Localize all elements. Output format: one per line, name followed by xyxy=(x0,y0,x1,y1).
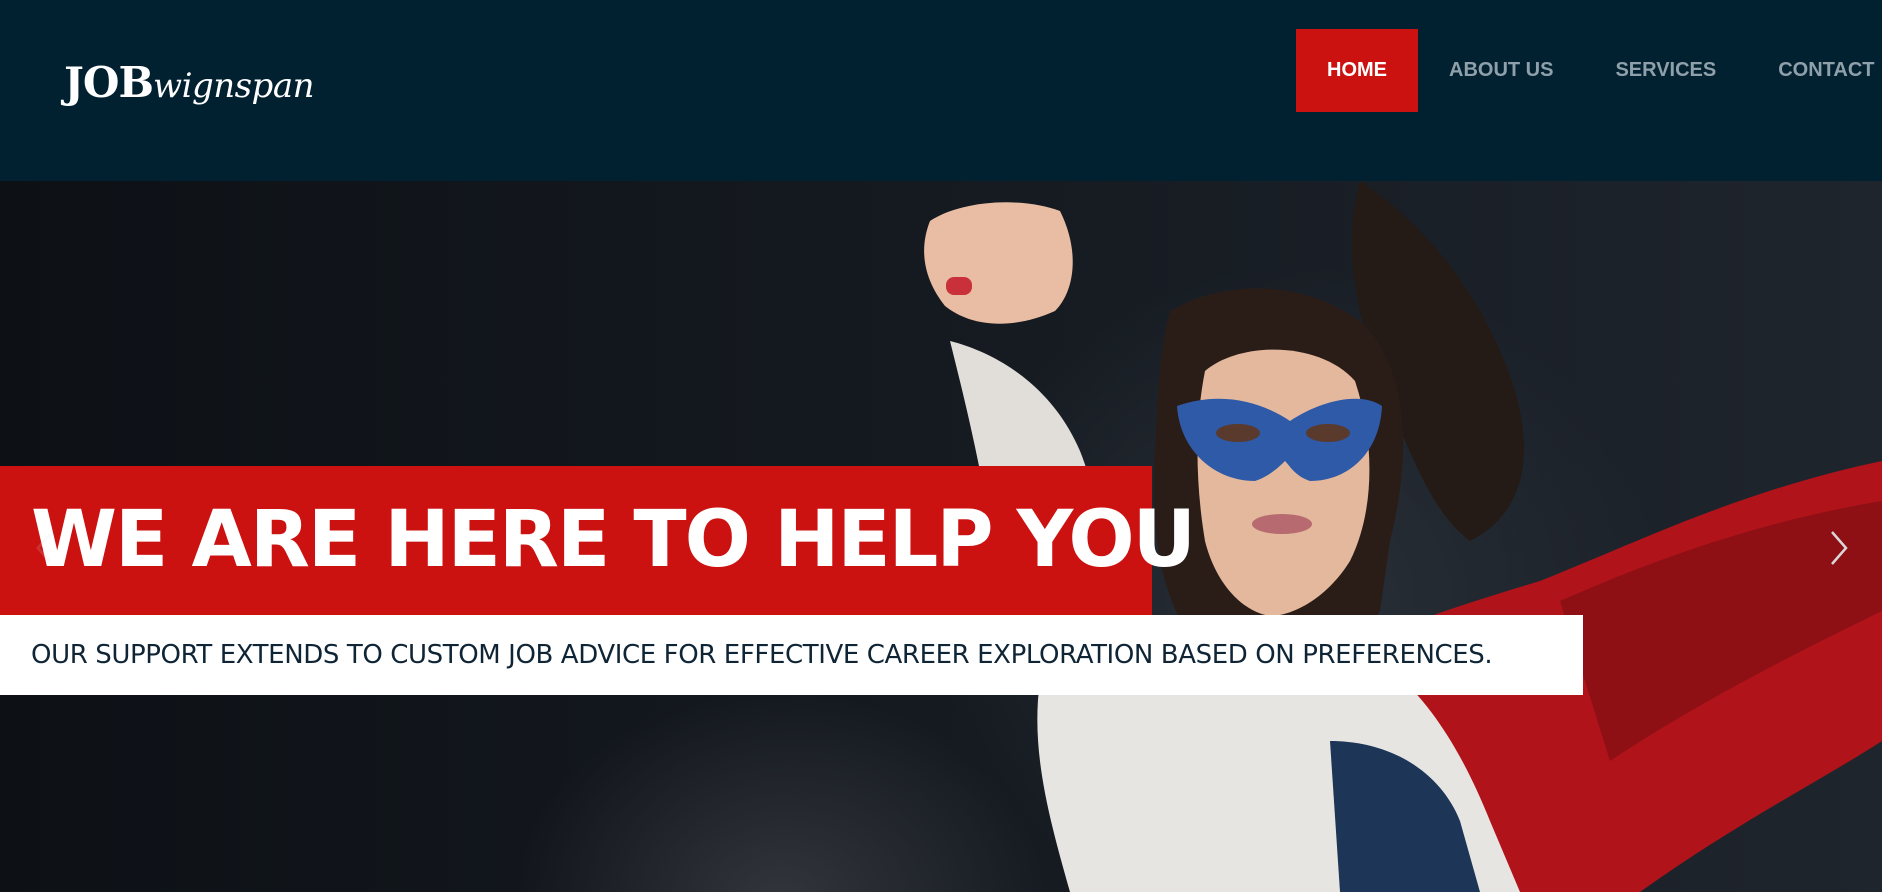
hero-slider: WE ARE HERE TO HELP YOU OUR SUPPORT EXTE… xyxy=(0,181,1882,892)
nav-about-us[interactable]: ABOUT US xyxy=(1418,29,1584,112)
logo-wordmark-script: wignspan xyxy=(152,66,315,106)
subtitle-banner: OUR SUPPORT EXTENDS TO CUSTOM JOB ADVICE… xyxy=(0,615,1583,695)
main-nav: HOME ABOUT US SERVICES CONTACT xyxy=(1296,29,1882,112)
eye-right-shape xyxy=(1306,424,1350,442)
headline-banner: WE ARE HERE TO HELP YOU xyxy=(0,466,1196,615)
hero-headline: WE ARE HERE TO HELP YOU xyxy=(31,495,1196,585)
chevron-right-icon xyxy=(1831,531,1848,565)
lips-shape xyxy=(1252,514,1312,534)
slider-prev-button[interactable] xyxy=(22,518,66,578)
nav-services[interactable]: SERVICES xyxy=(1584,29,1747,112)
chevron-left-icon xyxy=(36,533,52,563)
hero-subtitle: OUR SUPPORT EXTENDS TO CUSTOM JOB ADVICE… xyxy=(31,640,1493,670)
logo-wordmark-strong: JOB xyxy=(64,58,154,107)
fist-shape xyxy=(924,202,1073,324)
nav-contact[interactable]: CONTACT xyxy=(1747,29,1882,112)
page: JOBwignspan HOME ABOUT US SERVICES CONTA… xyxy=(0,0,1882,892)
nav-home[interactable]: HOME xyxy=(1296,29,1418,112)
site-header: JOBwignspan HOME ABOUT US SERVICES CONTA… xyxy=(0,0,1882,181)
slider-next-button[interactable] xyxy=(1816,518,1860,578)
eye-left-shape xyxy=(1216,424,1260,442)
nail-shape xyxy=(946,277,972,295)
site-logo[interactable]: JOBwignspan xyxy=(64,58,315,107)
